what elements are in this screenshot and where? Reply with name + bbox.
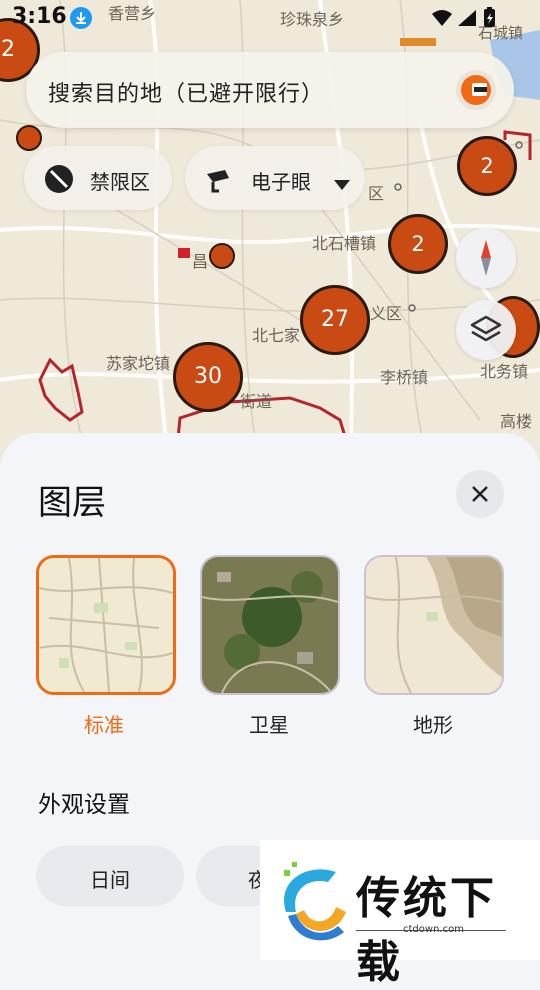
cluster-marker[interactable]: 27 — [300, 285, 370, 355]
cluster-marker[interactable]: 30 — [173, 342, 243, 412]
search-placeholder: 搜索目的地（已避开限行） — [48, 82, 325, 107]
camera-icon — [205, 164, 235, 194]
map-label: 区 — [368, 184, 385, 203]
map-type-terrain[interactable] — [364, 555, 504, 695]
map-type-standard[interactable] — [36, 555, 176, 695]
vehicle-icon[interactable] — [456, 70, 496, 110]
map-label: 苏家坨镇 — [106, 354, 171, 373]
map-label: 李桥镇 — [380, 368, 429, 387]
signal-icon — [458, 10, 476, 26]
watermark-url: ctdown.com — [403, 924, 464, 935]
appearance-title: 外观设置 — [38, 792, 130, 818]
map-type-label: 地形 — [413, 713, 453, 737]
map-label: 义区 — [370, 304, 403, 323]
wifi-icon — [432, 10, 452, 26]
map-label: 高楼 — [500, 412, 533, 431]
sheet-title: 图层 — [38, 483, 106, 523]
chevron-down-icon — [333, 172, 351, 196]
status-bar: 3:16 — [0, 0, 540, 38]
search-bar[interactable]: 搜索目的地（已避开限行） — [26, 52, 514, 128]
satellite-map-thumbnail — [202, 557, 338, 693]
battery-icon — [484, 7, 495, 27]
watermark: 传统下载 ctdown.com — [260, 840, 540, 988]
cluster-marker[interactable]: 2 — [457, 136, 517, 196]
camera-chip[interactable]: 电子眼 — [185, 146, 365, 210]
map-label: 昌 — [192, 252, 209, 271]
status-icons — [430, 6, 500, 30]
map-type-label: 卫星 — [249, 713, 289, 737]
terrain-map-thumbnail — [366, 557, 502, 693]
restricted-zone-chip[interactable]: 禁限区 — [24, 146, 172, 210]
appearance-day-button[interactable]: 日间 — [36, 846, 184, 906]
chip-label: 禁限区 — [90, 170, 150, 194]
compass-icon — [481, 240, 491, 276]
cluster-marker[interactable]: 2 — [388, 214, 448, 274]
layers-icon — [470, 315, 502, 342]
map-type-satellite[interactable] — [200, 555, 340, 695]
close-button[interactable] — [456, 470, 504, 518]
map-label: 北务镇 — [480, 362, 529, 381]
download-icon — [70, 7, 92, 29]
close-icon — [472, 486, 488, 502]
pill-label: 日间 — [90, 868, 130, 892]
map-label: 北七家 — [252, 326, 301, 345]
map-label: 街道 — [240, 392, 273, 411]
layers-button[interactable] — [456, 300, 516, 360]
standard-map-thumbnail — [39, 558, 173, 692]
map-label: 北石槽镇 — [312, 234, 377, 253]
chip-label: 电子眼 — [251, 170, 311, 194]
compass-button[interactable] — [456, 228, 516, 288]
status-time: 3:16 — [12, 4, 67, 29]
map-type-label: 标准 — [84, 713, 124, 737]
watermark-logo — [284, 862, 346, 941]
no-entry-icon — [44, 164, 74, 194]
